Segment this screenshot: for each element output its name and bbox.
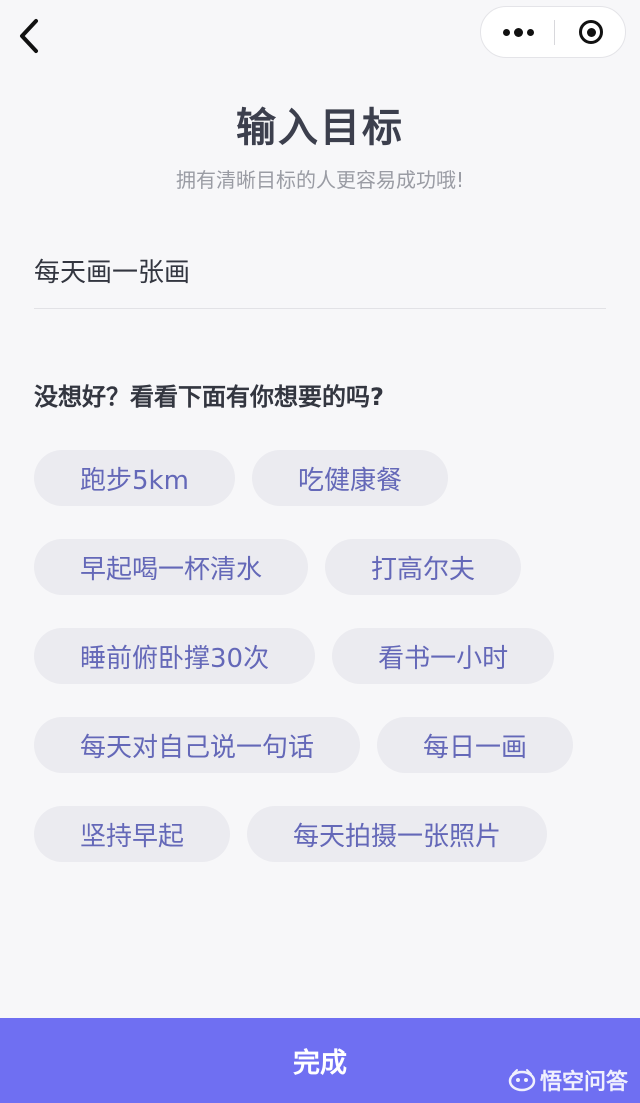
suggestion-chip[interactable]: 打高尔夫	[325, 539, 522, 595]
suggestion-chips: 跑步5km 吃健康餐 早起喝一杯清水 打高尔夫 睡前俯卧撑30次 看书一小时 每…	[34, 450, 606, 895]
more-dots-icon	[502, 28, 510, 36]
suggestions-heading: 没想好？看看下面有你想要的吗?	[34, 383, 384, 411]
more-button[interactable]	[481, 7, 555, 57]
wukong-logo-icon	[508, 1069, 536, 1092]
close-button[interactable]	[555, 7, 627, 57]
chip-row: 坚持早起 每天拍摄一张照片	[34, 806, 606, 862]
watermark: 悟空问答	[508, 1064, 628, 1096]
target-close-icon	[579, 20, 603, 44]
suggestion-chip[interactable]: 吃健康餐	[251, 450, 448, 506]
suggestion-chip[interactable]: 每天对自己说一句话	[34, 717, 361, 773]
suggestion-chip[interactable]: 早起喝一杯清水	[34, 539, 309, 595]
chip-row: 早起喝一杯清水 打高尔夫	[34, 539, 606, 595]
suggestion-chip[interactable]: 坚持早起	[34, 806, 231, 862]
mini-program-capsule	[480, 6, 626, 58]
suggestion-chip[interactable]: 睡前俯卧撑30次	[34, 628, 316, 684]
page-title: 输入目标	[236, 105, 404, 151]
chip-row: 睡前俯卧撑30次 看书一小时	[34, 628, 606, 684]
chip-row: 每天对自己说一句话 每日一画	[34, 717, 606, 773]
suggestion-chip[interactable]: 看书一小时	[332, 628, 555, 684]
goal-input[interactable]	[34, 248, 606, 292]
back-button[interactable]	[14, 18, 48, 54]
suggestion-chip[interactable]: 每天拍摄一张照片	[247, 806, 548, 862]
watermark-text: 悟空问答	[540, 1070, 629, 1095]
suggestion-chip[interactable]: 跑步5km	[34, 450, 235, 506]
page-subtitle: 拥有清晰目标的人更容易成功哦!	[175, 168, 465, 192]
suggestion-chip[interactable]: 每日一画	[377, 717, 574, 773]
chip-row: 跑步5km 吃健康餐	[34, 450, 606, 506]
input-underline	[34, 308, 606, 309]
chevron-left-icon	[20, 19, 38, 53]
